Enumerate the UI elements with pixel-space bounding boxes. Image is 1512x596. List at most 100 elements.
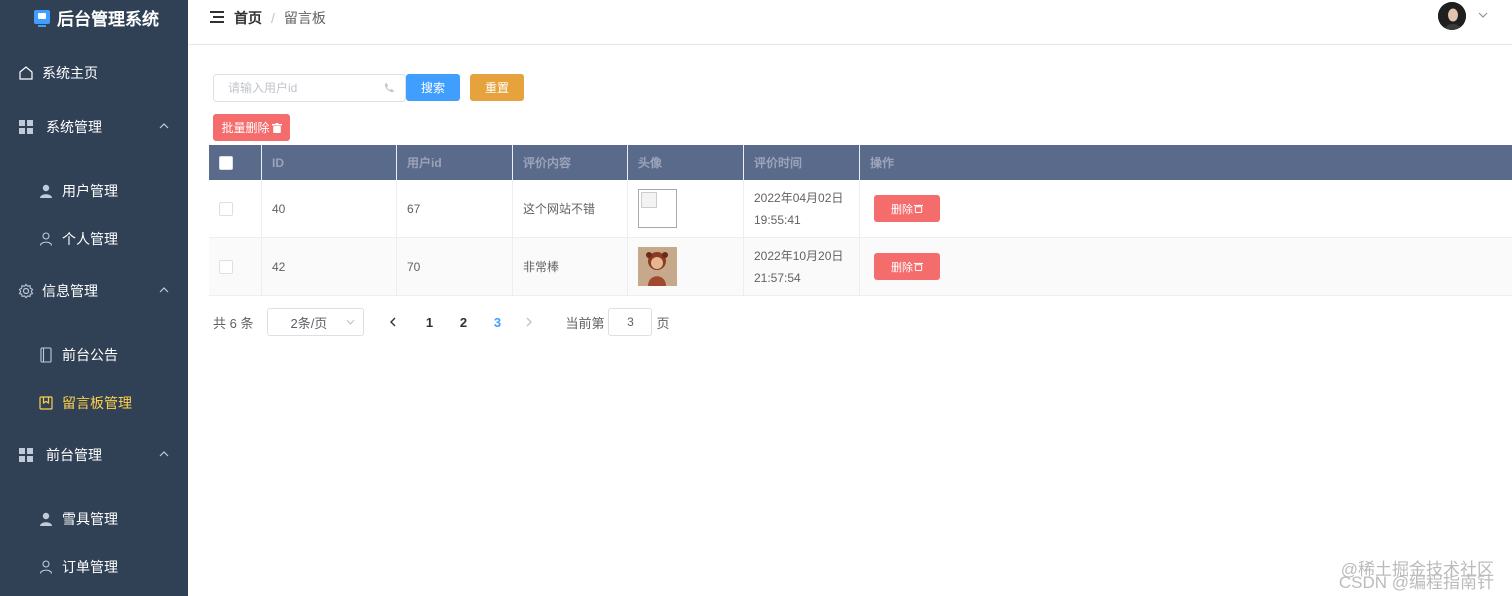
action-cell: 删除 xyxy=(860,180,1512,237)
notebook-icon xyxy=(38,347,54,363)
content-cell: 非常棒 xyxy=(513,238,628,295)
action-cell: 删除 xyxy=(860,238,1512,295)
chevron-up-icon xyxy=(159,123,169,129)
row-checkbox[interactable] xyxy=(219,259,233,274)
user-filled-icon xyxy=(38,183,54,199)
comments-table: ID 用户id 评价内容 头像 评价时间 操作 40 67 这个网站不错 202… xyxy=(209,145,1512,296)
next-page-icon[interactable] xyxy=(524,316,534,328)
avatar-photo xyxy=(638,247,677,286)
page-size-select[interactable]: 2条/页 xyxy=(267,308,365,336)
logo: 后台管理系统 xyxy=(34,6,159,29)
trash-icon xyxy=(271,122,282,133)
grid-icon xyxy=(18,447,34,463)
watermark: CSDN @编程指南针 xyxy=(1338,573,1494,592)
page-number[interactable]: 1 xyxy=(412,315,446,330)
breadcrumb-separator: / xyxy=(271,10,275,26)
goto-suffix: 页 xyxy=(656,315,670,331)
column-header: 操作 xyxy=(870,156,895,170)
broken-image-icon xyxy=(638,189,677,228)
content-cell: 这个网站不错 xyxy=(513,180,628,237)
breadcrumb-current: 留言板 xyxy=(283,10,326,26)
user-id-cell: 67 xyxy=(397,180,513,237)
time-cell: 2022年10月20日 21:57:54 xyxy=(744,238,860,295)
time-text: 19:55:41 xyxy=(754,212,801,227)
chevron-down-icon xyxy=(347,319,355,325)
goto-page-input[interactable]: 3 xyxy=(608,308,653,336)
user-outline-icon xyxy=(38,559,54,575)
sidebar-item-label: 留言板管理 xyxy=(62,395,132,411)
user-outline-icon xyxy=(38,231,54,247)
avatar[interactable] xyxy=(1438,2,1466,30)
select-cell xyxy=(209,238,262,295)
table-row: 40 67 这个网站不错 2022年04月02日 19:55:41 删除 xyxy=(209,180,1512,238)
column-header: 头像 xyxy=(628,145,744,180)
avatar-cell xyxy=(628,180,744,237)
page-number[interactable]: 2 xyxy=(446,315,480,330)
sidebar-item-notices[interactable]: 前台公告 xyxy=(0,335,188,375)
sidebar-item-home[interactable]: 系统主页 xyxy=(0,53,188,93)
trash-icon xyxy=(914,204,923,213)
select-all-checkbox[interactable] xyxy=(219,155,233,170)
sidebar-item-label: 雪具管理 xyxy=(62,511,118,527)
sidebar-item-label: 前台公告 xyxy=(62,347,118,363)
breadcrumb-home[interactable]: 首页 xyxy=(234,8,262,28)
delete-label: 删除 xyxy=(891,261,913,274)
bookmark-icon xyxy=(38,395,54,411)
goto-prefix: 当前第 xyxy=(565,315,605,331)
sidebar-group-system[interactable]: 系统管理 xyxy=(0,107,188,147)
page-size-value: 2条/页 xyxy=(290,315,328,331)
sidebar-item-label: 个人管理 xyxy=(62,231,118,247)
date-text: 2022年04月02日 xyxy=(754,190,844,205)
monitor-icon xyxy=(34,10,50,27)
batch-delete-label: 批量删除 xyxy=(221,121,270,135)
sidebar-item-label: 用户管理 xyxy=(62,183,118,199)
user-id-cell: 70 xyxy=(397,238,513,295)
row-checkbox[interactable] xyxy=(219,201,233,216)
sidebar-item-message-board[interactable]: 留言板管理 xyxy=(0,383,188,423)
date-text: 2022年10月20日 xyxy=(754,248,844,263)
phone-icon xyxy=(384,83,394,93)
sidebar-group-label: 信息管理 xyxy=(42,283,98,299)
id-cell: 42 xyxy=(262,238,397,295)
delete-button[interactable]: 删除 xyxy=(874,253,940,280)
delete-label: 删除 xyxy=(891,203,913,216)
search-field[interactable] xyxy=(213,74,406,102)
prev-page-icon[interactable] xyxy=(388,316,398,328)
sidebar-item-orders[interactable]: 订单管理 xyxy=(0,547,188,587)
search-button[interactable]: 搜索 xyxy=(406,74,460,101)
top-header: 首页 / 留言板 xyxy=(188,0,1512,45)
time-text: 21:57:54 xyxy=(754,270,801,285)
search-input[interactable] xyxy=(214,75,405,101)
grid-icon xyxy=(18,119,34,135)
column-header: 用户id xyxy=(397,145,513,180)
app-root: 后台管理系统 系统主页 系统管理 用户管理 个人管理 信息管理 前台公告 留言板… xyxy=(0,0,1512,596)
column-header: 评价内容 xyxy=(513,145,628,180)
sidebar-item-ski-gear[interactable]: 雪具管理 xyxy=(0,499,188,539)
sidebar-item-label: 订单管理 xyxy=(62,559,118,575)
column-header: ID xyxy=(262,145,397,180)
home-icon xyxy=(18,65,34,81)
delete-button[interactable]: 删除 xyxy=(874,195,940,222)
page-number-current[interactable]: 3 xyxy=(480,315,514,330)
column-header: 评价时间 xyxy=(744,145,860,180)
reset-button[interactable]: 重置 xyxy=(470,74,524,101)
total-count: 共 6 条 xyxy=(213,315,254,331)
select-all-cell xyxy=(209,145,262,180)
select-cell xyxy=(209,180,262,237)
sidebar-group-frontend[interactable]: 前台管理 xyxy=(0,435,188,475)
gear-icon xyxy=(18,283,34,299)
pagination: 共 6 条 2条/页 1 2 3 当前第 3 页 xyxy=(213,308,670,336)
sidebar-group-label: 前台管理 xyxy=(46,447,102,463)
table-row: 42 70 非常棒 2022年10月20日 21:57:54 删除 xyxy=(209,238,1512,296)
chevron-up-icon xyxy=(159,287,169,293)
breadcrumb: 首页 / 留言板 xyxy=(234,8,326,28)
id-cell: 40 xyxy=(262,180,397,237)
sidebar-group-info[interactable]: 信息管理 xyxy=(0,271,188,311)
batch-delete-button[interactable]: 批量删除 xyxy=(213,114,290,141)
menu-toggle-icon[interactable] xyxy=(210,11,224,23)
app-title: 后台管理系统 xyxy=(57,9,159,29)
user-filled-icon xyxy=(38,511,54,527)
sidebar-item-personal[interactable]: 个人管理 xyxy=(0,219,188,259)
chevron-down-icon[interactable] xyxy=(1478,11,1488,19)
sidebar-item-users[interactable]: 用户管理 xyxy=(0,171,188,211)
